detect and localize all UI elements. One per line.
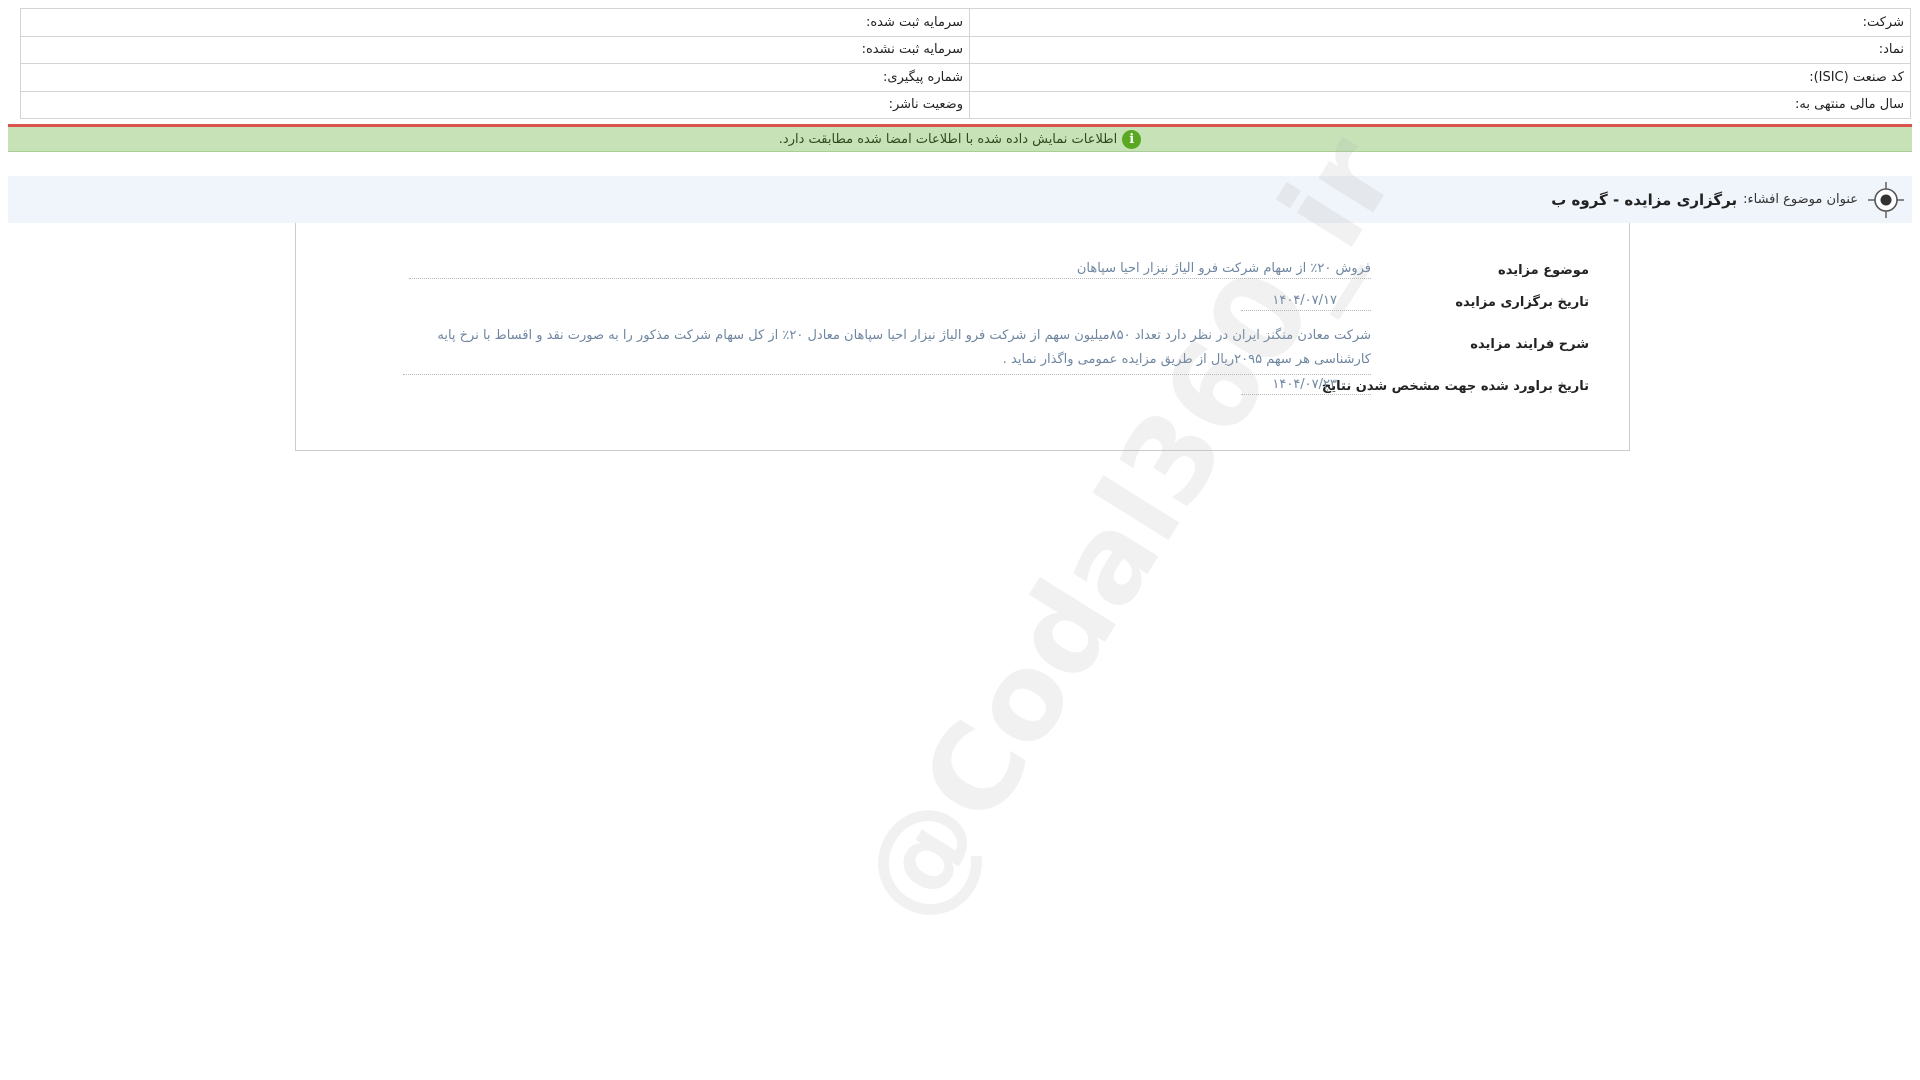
registered-capital-label: سرمایه ثبت شده: [20, 8, 970, 37]
auction-subject-label: موضوع مزایده [1498, 263, 1589, 278]
info-row-company: شرکت: سرمایه ثبت شده: [20, 8, 1911, 37]
target-icon [1868, 181, 1904, 218]
isic-code-label: کد صنعت (ISIC): [969, 63, 1911, 92]
disclosure-title-value: برگزاری مزایده - گروه ب [1551, 190, 1738, 209]
signature-verification-bar: i اطلاعات نمایش داده شده با اطلاعات امضا… [8, 124, 1912, 152]
disclosure-title-label: عنوان موضوع افشاء: [1743, 192, 1858, 207]
tracking-number-label: شماره پیگیری: [20, 63, 970, 92]
info-icon: i [1122, 129, 1142, 149]
result-date-value: ۱۴۰۴/۰۷/۲۳ [1241, 377, 1371, 395]
info-row-symbol: نماد: سرمایه ثبت نشده: [20, 35, 1911, 64]
symbol-label: نماد: [969, 35, 1911, 64]
company-label: شرکت: [969, 8, 1911, 37]
auction-details-panel: موضوع مزایده فروش ۲۰٪ از سهام شرکت فرو ا… [295, 223, 1630, 451]
verification-message: اطلاعات نمایش داده شده با اطلاعات امضا ش… [778, 131, 1118, 147]
auction-process-label: شرح فرایند مزایده [1470, 337, 1589, 352]
auction-date-label: تاریخ برگزاری مزایده [1455, 295, 1589, 310]
info-row-isic: کد صنعت (ISIC): شماره پیگیری: [20, 63, 1911, 92]
auction-subject-value: فروش ۲۰٪ از سهام شرکت فرو الیاژ نیزار اح… [409, 261, 1371, 279]
publisher-status-label: وضعیت ناشر: [20, 90, 970, 119]
disclosure-title-bar: عنوان موضوع افشاء: برگزاری مزایده - گروه… [8, 176, 1912, 223]
fiscal-year-label: سال مالی منتهی به: [969, 90, 1911, 119]
unregistered-capital-label: سرمایه ثبت نشده: [20, 35, 970, 64]
auction-process-value: شرکت معادن منگنز ایران در نظر دارد تعداد… [403, 324, 1371, 375]
company-info-table: شرکت: سرمایه ثبت شده: نماد: سرمایه ثبت ن… [20, 8, 1911, 119]
info-row-fiscal-year: سال مالی منتهی به: وضعیت ناشر: [20, 90, 1911, 119]
auction-date-value: ۱۴۰۴/۰۷/۱۷ [1241, 293, 1371, 311]
